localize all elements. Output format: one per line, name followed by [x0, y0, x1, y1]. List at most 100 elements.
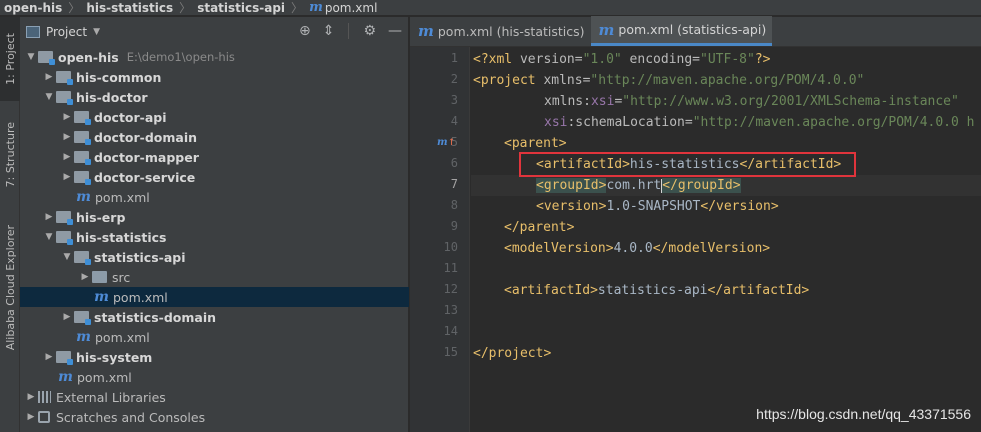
expand-arrow-icon[interactable]: ▼ [24, 52, 38, 62]
tree-item-scratches[interactable]: ▶ Scratches and Consoles [20, 407, 409, 427]
code-line: <?xml version="1.0" encoding="UTF-8"?> [473, 52, 771, 67]
tree-item-doctor-mapper[interactable]: ▶ doctor-mapper [20, 147, 409, 167]
tree-item-label: his-system [76, 349, 153, 365]
tool-tab-structure[interactable]: 7: Structure [0, 113, 20, 197]
tree-item-statistics-api-pom[interactable]: m pom.xml [20, 287, 409, 307]
tree-item-label: pom.xml [95, 329, 150, 345]
code-area[interactable]: <?xml version="1.0" encoding="UTF-8"?> <… [471, 47, 981, 432]
collapse-arrow-icon[interactable]: ▶ [60, 312, 74, 322]
breadcrumb-item-pom[interactable]: pom.xml [325, 1, 378, 15]
project-panel-header: Project ▼ ⊕ ⇕ ⚙ — [20, 17, 408, 47]
collapse-arrow-icon[interactable]: ▶ [60, 152, 74, 162]
toolbar-separator [348, 23, 350, 39]
hide-icon[interactable]: — [388, 23, 402, 39]
tree-item-label: his-statistics [76, 229, 167, 245]
module-folder-icon [56, 91, 73, 105]
tree-item-statistics-api[interactable]: ▼ statistics-api [20, 247, 409, 267]
tree-item-his-common[interactable]: ▶ his-common [20, 67, 409, 87]
tab-pom-statistics-api[interactable]: m pom.xml (statistics-api) [590, 16, 773, 46]
gear-icon[interactable]: ⚙ [363, 23, 376, 39]
breadcrumb: open-his 〉 his-statistics 〉 statistics-a… [0, 0, 981, 16]
tab-label: pom.xml (statistics-api) [618, 22, 767, 37]
collapse-arrow-icon[interactable]: ▶ [60, 172, 74, 182]
module-folder-icon [56, 211, 73, 225]
tree-item-label: statistics-domain [94, 309, 217, 325]
code-line: <modelVersion>4.0.0</modelVersion> [504, 241, 771, 256]
project-view-icon [26, 26, 40, 38]
tree-item-root-pom[interactable]: m pom.xml [20, 367, 409, 387]
collapse-arrow-icon[interactable]: ▶ [24, 392, 38, 402]
tree-item-doctor-domain[interactable]: ▶ doctor-domain [20, 127, 409, 147]
tree-item-label: src [112, 269, 131, 285]
editor: m pom.xml (his-statistics) m pom.xml (st… [410, 16, 981, 432]
breadcrumb-item-statistics-api[interactable]: statistics-api [197, 1, 285, 15]
tool-window-stripe: 1: Project 7: Structure Alibaba Cloud Ex… [0, 17, 20, 432]
tree-item-doctor-api[interactable]: ▶ doctor-api [20, 107, 409, 127]
collapse-arrow-icon[interactable]: ▶ [60, 112, 74, 122]
breadcrumb-separator: 〉 [291, 1, 304, 15]
code-line: <artifactId>statistics-api</artifactId> [504, 283, 810, 298]
line-number: 7 [450, 177, 458, 191]
code-line: <version>1.0-SNAPSHOT</version> [536, 199, 779, 214]
tree-item-statistics-domain[interactable]: ▶ statistics-domain [20, 307, 409, 327]
tree-item-label: his-erp [76, 209, 126, 225]
scratches-icon [38, 411, 50, 423]
tree-item-label: doctor-mapper [94, 149, 199, 165]
tree-item-his-statistics[interactable]: ▼ his-statistics [20, 227, 409, 247]
tree-item-label: statistics-api [94, 249, 186, 265]
tree-item-path: E:\demo1\open-his [126, 50, 235, 64]
locate-icon[interactable]: ⊕ [299, 23, 311, 39]
expand-arrow-icon[interactable]: ▼ [60, 252, 74, 262]
module-folder-icon [74, 171, 91, 185]
project-view-selector[interactable]: Project [46, 25, 87, 39]
tree-item-label: External Libraries [56, 389, 166, 405]
tree-item-label: Scratches and Consoles [56, 409, 206, 425]
breadcrumb-item-open-his[interactable]: open-his [4, 1, 62, 15]
tab-pom-his-statistics[interactable]: m pom.xml (his-statistics) [410, 16, 591, 46]
module-folder-icon [74, 131, 91, 145]
tool-tab-project-label: 1: Project [3, 33, 17, 85]
line-number: 3 [450, 93, 458, 107]
tree-item-src[interactable]: ▶ src [20, 267, 409, 287]
library-icon [38, 391, 51, 403]
line-number: 13 [443, 303, 458, 317]
code-line: <parent> [504, 136, 567, 151]
code-line: </project> [473, 346, 552, 361]
tree-item-his-doctor[interactable]: ▼ his-doctor [20, 87, 409, 107]
tree-item-label: open-his [58, 49, 119, 65]
collapse-arrow-icon[interactable]: ▶ [24, 412, 38, 422]
collapse-arrow-icon[interactable]: ▶ [42, 352, 56, 362]
tool-tab-project[interactable]: 1: Project [0, 17, 20, 101]
line-number: 8 [450, 198, 458, 212]
tool-tab-alibaba-label: Alibaba Cloud Explorer [3, 225, 17, 351]
tree-item-his-erp[interactable]: ▶ his-erp [20, 207, 409, 227]
tree-item-doctor-service[interactable]: ▶ doctor-service [20, 167, 409, 187]
line-number-gutter[interactable]: 1 2 3 4 5 6 7 8 9 10 11 12 13 14 15 m↑ [410, 47, 470, 432]
tree-item-label: doctor-domain [94, 129, 198, 145]
breadcrumb-item-his-statistics[interactable]: his-statistics [86, 1, 173, 15]
tree-item-label: his-doctor [76, 89, 148, 105]
collapse-arrow-icon[interactable]: ▶ [42, 72, 56, 82]
expand-arrow-icon[interactable]: ▼ [42, 232, 56, 242]
collapse-arrow-icon[interactable]: ▶ [78, 272, 92, 282]
module-folder-icon [56, 351, 73, 365]
parent-pom-marker-icon[interactable]: m↑ [437, 137, 455, 148]
chevron-down-icon[interactable]: ▼ [93, 27, 100, 37]
maven-file-icon: m [309, 0, 323, 15]
tree-item-his-system[interactable]: ▶ his-system [20, 347, 409, 367]
tree-item-doctor-pom[interactable]: m pom.xml [20, 187, 409, 207]
folder-icon [92, 271, 107, 283]
line-number: 2 [450, 72, 458, 86]
tree-item-statistics-pom[interactable]: m pom.xml [20, 327, 409, 347]
line-number: 10 [443, 240, 458, 254]
collapse-arrow-icon[interactable]: ▶ [60, 132, 74, 142]
collapse-arrow-icon[interactable]: ▶ [42, 212, 56, 222]
tree-item-open-his[interactable]: ▼ open-his E:\demo1\open-his [20, 47, 409, 67]
expand-arrow-icon[interactable]: ▼ [42, 92, 56, 102]
tree-item-label: pom.xml [113, 289, 168, 305]
tool-tab-alibaba-cloud[interactable]: Alibaba Cloud Explorer [0, 213, 20, 363]
module-folder-icon [56, 71, 73, 85]
tree-item-external-libraries[interactable]: ▶ External Libraries [20, 387, 409, 407]
collapse-all-icon[interactable]: ⇕ [323, 23, 335, 39]
code-line: xmlns:xsi="http://www.w3.org/2001/XMLSch… [544, 94, 959, 109]
